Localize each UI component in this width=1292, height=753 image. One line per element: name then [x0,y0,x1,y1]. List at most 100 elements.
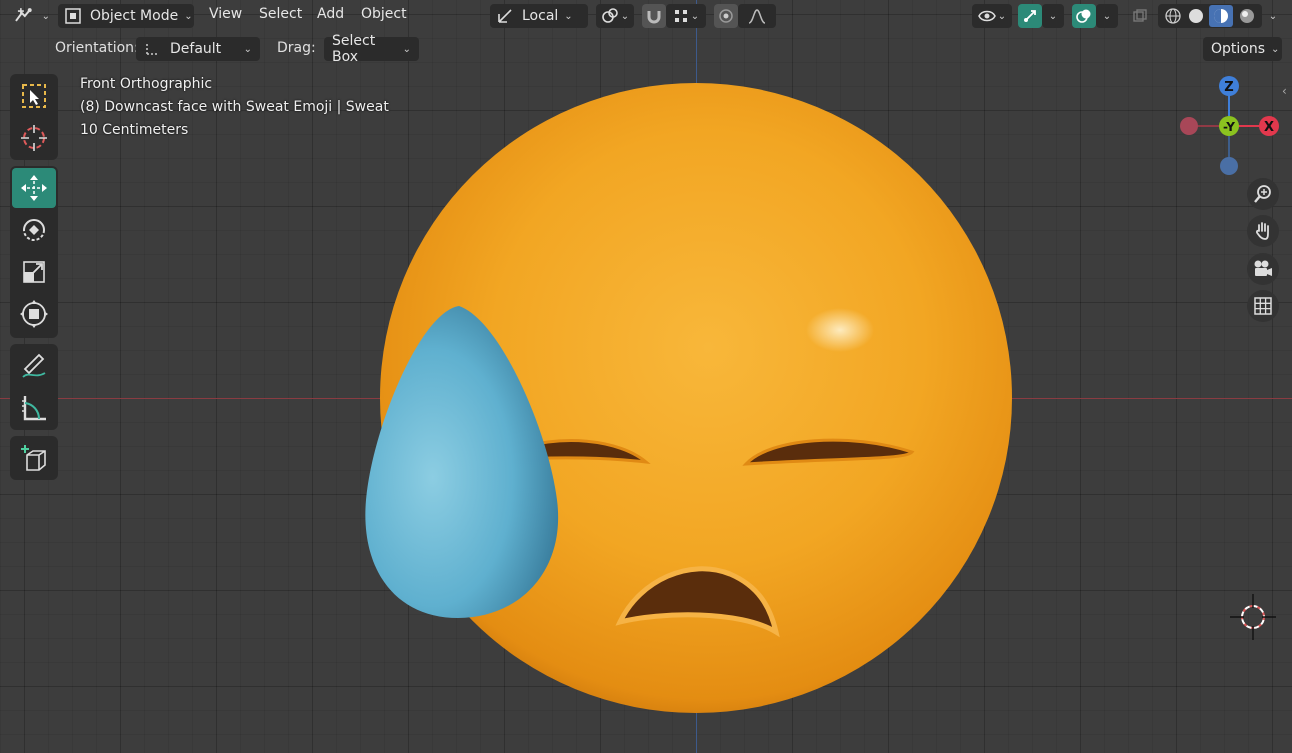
rendered-shading-icon[interactable] [1238,7,1256,25]
tool-rotate[interactable] [12,210,56,250]
toolbar-group-add [10,436,58,480]
gizmo-dropdown[interactable]: ⌄ [1042,4,1064,28]
mode-label: Object Mode [90,8,179,24]
hand-icon [1256,222,1269,240]
gizmo-x-label: X [1264,120,1274,135]
falloff-curve-icon [748,9,766,24]
move-icon [21,175,47,201]
visibility-dropdown[interactable]: ⌄ [972,4,1012,28]
tool-transform[interactable] [12,294,56,334]
orientation-dropdown[interactable]: Default ⌄ [136,37,260,61]
gizmo-neg-x-ball[interactable] [1180,117,1198,135]
sidebar-toggle-icon[interactable]: ‹ [1282,84,1287,98]
solid-shading-icon[interactable] [1187,7,1205,25]
3d-cursor-marker [1230,594,1276,640]
snap-grid-icon [674,10,687,22]
perspective-toggle-button[interactable] [1247,290,1279,322]
overlays-toggle[interactable] [1072,4,1096,28]
measure-ruler-icon [22,396,46,421]
xray-toggle[interactable] [1128,4,1152,28]
falloff-dropdown[interactable] [738,4,776,28]
material-preview-icon [1214,9,1229,23]
tool-cursor[interactable] [12,118,56,158]
overlays-dropdown[interactable]: ⌄ [1096,4,1118,28]
menu-select[interactable]: Select [259,6,302,22]
transform-orientation-dropdown[interactable]: Local ⌄ [490,4,588,28]
toolbar-group-annotate [10,344,58,430]
tool-select-box[interactable] [12,76,56,116]
pivot-icon [601,8,618,23]
menu-view[interactable]: View [209,6,242,22]
transform-icon [20,300,48,328]
xray-icon [1133,9,1147,22]
camera-view-button[interactable] [1247,253,1279,285]
chevron-down-icon: ⌄ [1102,10,1112,22]
viewport-header: ⌄ Object Mode ⌄ View Select Add Object L… [0,0,1292,32]
menu-add[interactable]: Add [317,6,344,22]
chevron-down-icon: ⌄ [184,10,193,22]
pan-button[interactable] [1247,215,1279,247]
object-mode-icon [65,8,81,24]
tool-annotate[interactable] [12,346,56,386]
gizmo-neg-z-ball[interactable] [1220,157,1238,175]
tool-move[interactable] [12,168,56,208]
mode-dropdown[interactable]: Object Mode ⌄ [58,4,194,28]
wireframe-shading-icon[interactable] [1164,7,1182,25]
shading-dropdown[interactable]: ⌄ [1262,4,1284,28]
chevron-down-icon: ⌄ [997,10,1007,22]
orientation-axes-icon [146,44,157,55]
face-highlight [806,308,874,352]
local-axes-icon [498,9,512,23]
shading-mode-group [1158,4,1262,28]
menu-object[interactable]: Object [361,6,407,22]
chevron-down-icon: ⌄ [41,10,50,22]
orientation-label: Orientation: [55,40,139,56]
tool-measure[interactable] [12,388,56,428]
camera-icon [1254,260,1272,276]
gizmo-z-label: Z [1224,80,1233,95]
scale-icon [23,261,45,283]
gizmo-icon [1024,10,1036,22]
options-dropdown[interactable]: Options ⌄ [1203,37,1282,61]
proportional-edit-icon [719,9,733,23]
select-box-icon [22,84,46,108]
chevron-down-icon: ⌄ [1271,43,1280,55]
orientation-label: Local [522,8,559,24]
object-name: (8) Downcast face with Sweat Emoji | Swe… [80,99,389,115]
chevron-down-icon: ⌄ [564,10,573,22]
eye-icon [977,10,996,22]
overlays-icon [1076,9,1091,23]
toolbar-group-transform [10,166,58,338]
view-name: Front Orthographic [80,76,213,92]
orientation-value: Default [170,41,222,57]
add-cube-icon [21,445,46,471]
toolbar-group-select [10,74,58,160]
chevron-down-icon: ⌄ [690,10,700,22]
snap-toggle[interactable] [642,4,666,28]
zoom-button[interactable] [1247,178,1279,210]
navigation-gizmo[interactable]: Z X -Y [1170,70,1286,182]
editor-type-icon [15,8,32,22]
gizmo-y-label: -Y [1223,120,1235,134]
pivot-point-dropdown[interactable]: ⌄ [596,4,634,28]
drag-value: Select Box [332,33,376,65]
grid-icon [1254,297,1272,315]
magnet-icon [647,11,661,24]
zoom-icon [1254,185,1271,203]
chevron-down-icon: ⌄ [1268,10,1278,22]
chevron-down-icon: ⌄ [1048,10,1058,22]
material-preview-button[interactable] [1209,5,1234,27]
chevron-down-icon: ⌄ [620,10,630,22]
snap-target-dropdown[interactable]: ⌄ [666,4,706,28]
gizmo-toggle[interactable] [1018,4,1042,28]
options-label: Options [1211,41,1266,57]
grid-scale: 10 Centimeters [80,122,189,138]
tool-scale[interactable] [12,252,56,292]
proportional-edit-toggle[interactable] [714,4,738,28]
drag-dropdown[interactable]: Select Box ⌄ [324,33,419,65]
tool-add-cube[interactable] [12,438,56,478]
editor-type-button[interactable]: ⌄ [14,4,50,28]
drag-label: Drag: [277,40,316,56]
3d-cursor-icon [21,125,47,151]
annotate-pencil-icon [22,353,46,378]
